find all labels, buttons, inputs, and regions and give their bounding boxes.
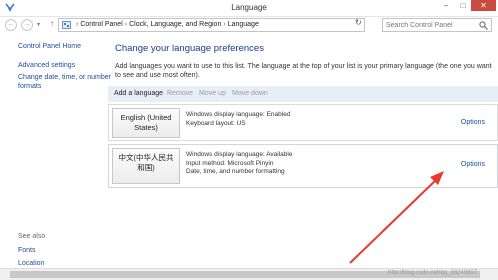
language-row-chinese[interactable]: 中文(中华人民共 和国) Windows display language: A… bbox=[108, 144, 498, 188]
language-toolbar: Add a language Remove Move up Move down bbox=[108, 86, 498, 102]
title-bar: Language – □ ✕ bbox=[0, 0, 498, 17]
language-name-line2: 和国) bbox=[137, 163, 155, 172]
move-up-button[interactable]: Move up bbox=[199, 90, 226, 97]
breadcrumb-separator: › bbox=[76, 21, 79, 28]
language-name-line1: English (United bbox=[120, 113, 172, 122]
maximize-button[interactable]: □ bbox=[455, 0, 471, 11]
breadcrumb-separator[interactable]: › bbox=[223, 21, 225, 28]
page-title: Change your language preferences bbox=[115, 43, 264, 54]
breadcrumb-control-panel[interactable]: Control Panel bbox=[80, 21, 122, 28]
forward-button[interactable]: → bbox=[21, 19, 33, 31]
change-date-link-line1[interactable]: Change date, time, or number bbox=[18, 74, 111, 81]
language-row-english[interactable]: English (United States) Windows display … bbox=[108, 104, 498, 141]
change-date-time-formats-link[interactable]: Change date, time, or number formats bbox=[18, 73, 111, 91]
watermark: http://blog.csdn.net/qq_38249807 bbox=[388, 270, 478, 276]
breadcrumb-separator[interactable]: › bbox=[125, 21, 127, 28]
minimize-button[interactable]: – bbox=[438, 0, 454, 11]
options-link-english[interactable]: Options bbox=[461, 119, 485, 126]
language-name-line1: 中文(中华人民共 bbox=[118, 153, 174, 162]
up-button[interactable]: ↑ bbox=[46, 19, 58, 31]
left-nav-pane: Control Panel Home Advanced settings Cha… bbox=[0, 33, 111, 280]
options-link-chinese[interactable]: Options bbox=[461, 161, 485, 168]
input-method: Input method: Microsoft Pinyin bbox=[186, 159, 274, 167]
add-language-button[interactable]: Add a language bbox=[114, 90, 163, 97]
display-language-status: Windows display language: Enabled bbox=[186, 111, 291, 118]
language-name-english[interactable]: English (United States) bbox=[112, 108, 180, 138]
page-description: Add languages you want to use to this li… bbox=[115, 63, 492, 79]
address-bar-row: ← → ▾ ↑ › Control Panel › Clock, Language, … bbox=[0, 17, 498, 33]
formatting-note: Date, time, and number formatting bbox=[186, 168, 285, 175]
change-date-link-line2[interactable]: formats bbox=[18, 83, 41, 90]
language-info-chinese: Windows display language: Available Inpu… bbox=[186, 151, 292, 177]
control-panel-icon bbox=[62, 21, 71, 29]
window-title: Language bbox=[231, 3, 267, 12]
search-icon[interactable] bbox=[479, 21, 488, 30]
fonts-link[interactable]: Fonts bbox=[18, 246, 36, 255]
keyboard-layout: Keyboard layout: US bbox=[186, 119, 246, 127]
control-panel-home-link[interactable]: Control Panel Home bbox=[18, 42, 81, 51]
breadcrumb-language[interactable]: Language bbox=[228, 21, 259, 28]
language-name-line2: States) bbox=[134, 123, 158, 132]
remove-button[interactable]: Remove bbox=[167, 90, 193, 97]
breadcrumb-clock-language-region[interactable]: Clock, Language, and Region bbox=[129, 21, 221, 28]
search-box[interactable] bbox=[382, 18, 492, 32]
close-button[interactable]: ✕ bbox=[471, 0, 496, 11]
display-language-status: Windows display language: Available bbox=[186, 151, 293, 158]
recent-locations-chevron-icon[interactable]: ▾ bbox=[37, 21, 40, 28]
search-input[interactable] bbox=[386, 20, 476, 30]
address-box[interactable]: › Control Panel › Clock, Language, and Regi… bbox=[58, 18, 397, 32]
back-button[interactable]: ← bbox=[5, 19, 17, 31]
main-pane: Change your language preferences Add lan… bbox=[105, 33, 498, 280]
language-info-english: Windows display language: Enabled Keyboa… bbox=[186, 111, 290, 128]
advanced-settings-link[interactable]: Advanced settings bbox=[18, 61, 75, 70]
move-down-button[interactable]: Move down bbox=[232, 90, 268, 97]
location-link[interactable]: Location bbox=[18, 259, 44, 268]
language-name-chinese[interactable]: 中文(中华人民共 和国) bbox=[112, 148, 180, 184]
refresh-icon[interactable]: ↻ bbox=[355, 18, 362, 27]
see-also-heading: See also bbox=[18, 233, 46, 240]
breadcrumb: › Control Panel › Clock, Language, and Regi… bbox=[74, 21, 259, 28]
